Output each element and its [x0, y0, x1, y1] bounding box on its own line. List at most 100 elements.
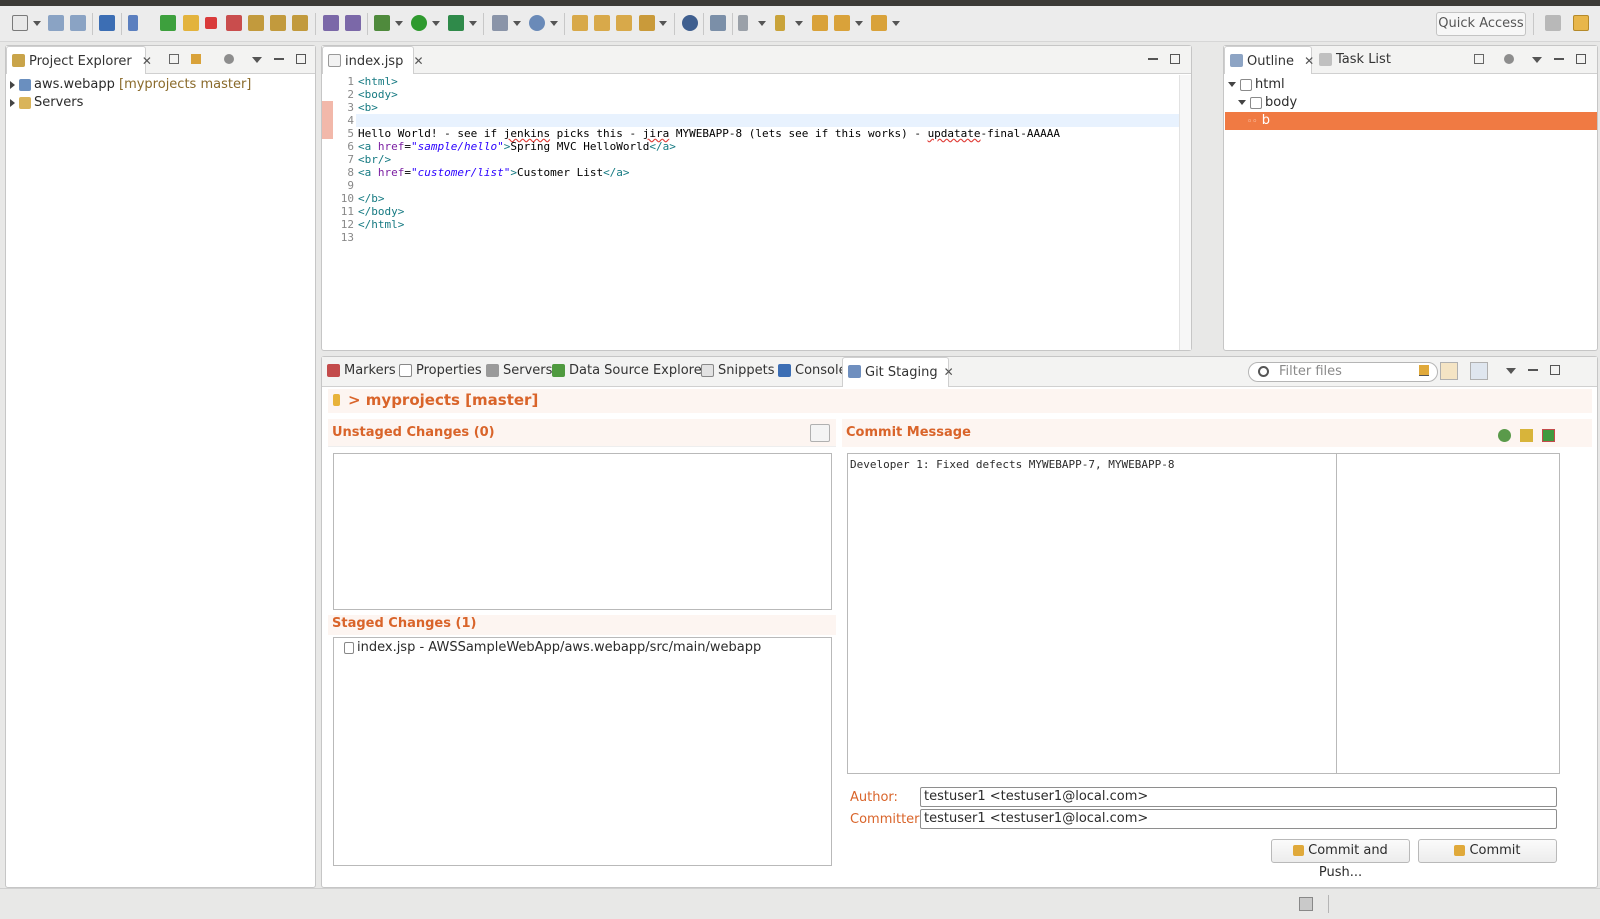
code-line-6[interactable]: <a href="sample/hello">Spring MVC HelloW…	[358, 140, 676, 153]
open-type-icon[interactable]	[323, 15, 339, 31]
run-dropdown-icon[interactable]	[432, 21, 440, 26]
coverage-icon[interactable]	[448, 15, 464, 31]
outline-node-html[interactable]: html	[1228, 76, 1285, 94]
new-web-icon[interactable]	[529, 15, 545, 31]
tab-task-list[interactable]: Task List	[1314, 46, 1404, 74]
tab-git-staging[interactable]: Git Staging ✕	[842, 357, 954, 387]
maximize-icon[interactable]	[296, 54, 306, 64]
close-icon[interactable]: ✕	[142, 54, 152, 68]
focus-icon[interactable]	[224, 54, 234, 64]
save-icon[interactable]	[48, 15, 64, 31]
pen-dropdown-icon[interactable]	[659, 21, 667, 26]
new-dropdown-icon[interactable]	[33, 21, 41, 26]
tab-outline[interactable]: Outline ✕	[1224, 46, 1314, 74]
resume-icon[interactable]	[160, 15, 176, 31]
commit-button[interactable]: Commit	[1418, 839, 1557, 863]
commit-message-editor[interactable]: Developer 1: Fixed defects MYWEBAPP-7, M…	[847, 453, 1560, 774]
tab-project-explorer[interactable]: Project Explorer ✕	[6, 46, 152, 74]
add-change-id-icon[interactable]	[1542, 429, 1555, 442]
debug-dropdown-icon[interactable]	[395, 21, 403, 26]
view-menu-icon[interactable]	[1506, 368, 1516, 374]
pen-icon[interactable]	[639, 15, 655, 31]
close-icon[interactable]: ✕	[1304, 54, 1314, 68]
collapse-icon[interactable]	[1228, 82, 1236, 87]
focus-icon[interactable]	[1504, 54, 1514, 64]
tree-item-servers[interactable]: Servers	[10, 94, 83, 112]
debug-icon[interactable]	[374, 15, 390, 31]
new-server-dropdown-icon[interactable]	[513, 21, 521, 26]
open-resource-icon[interactable]	[616, 15, 632, 31]
step-return-icon[interactable]	[292, 15, 308, 31]
list-view-icon[interactable]	[810, 424, 830, 442]
minimize-icon[interactable]	[1554, 54, 1564, 60]
presentation-icon[interactable]	[1470, 362, 1488, 380]
back-dropdown-icon[interactable]	[855, 21, 863, 26]
close-icon[interactable]: ✕	[413, 54, 423, 68]
minimize-icon[interactable]	[1148, 54, 1158, 60]
minimize-icon[interactable]	[1528, 365, 1538, 371]
tab-properties[interactable]: Properties	[394, 357, 482, 385]
tab-console[interactable]: Console	[773, 357, 847, 385]
overview-ruler[interactable]	[1179, 75, 1191, 350]
outline-node-body[interactable]: body	[1238, 94, 1297, 112]
disconnect-icon[interactable]	[226, 15, 242, 31]
author-field[interactable]: testuser1 <testuser1@local.com>	[920, 787, 1557, 807]
open-task-icon[interactable]	[345, 15, 361, 31]
skip-breakpoints-icon[interactable]	[128, 15, 138, 31]
maximize-icon[interactable]	[1170, 54, 1180, 64]
coverage-dropdown-icon[interactable]	[469, 21, 477, 26]
collapse-all-icon[interactable]	[169, 54, 179, 64]
code-line[interactable]: <html>	[358, 75, 398, 88]
filter-files-field[interactable]: Filter files	[1248, 362, 1438, 382]
terminate-icon[interactable]	[205, 17, 217, 29]
tab-markers[interactable]: Markers	[322, 357, 396, 385]
next-annotation-icon[interactable]	[738, 15, 748, 31]
staged-list[interactable]: index.jsp - AWSSampleWebApp/aws.webapp/s…	[333, 637, 832, 866]
new-icon[interactable]	[12, 15, 28, 31]
tree-item-aws-webapp[interactable]: aws.webapp [myprojects master]	[10, 76, 251, 94]
background-tasks-icon[interactable]	[1299, 897, 1313, 911]
terminal-icon[interactable]	[99, 15, 115, 31]
code-line[interactable]: </b>	[358, 192, 385, 205]
refresh-icon[interactable]	[1419, 365, 1429, 375]
commit-and-push-button[interactable]: Commit and Push...	[1271, 839, 1410, 880]
committer-field[interactable]: testuser1 <testuser1@local.com>	[920, 809, 1557, 829]
code-line[interactable]: </body>	[358, 205, 404, 218]
sync-icon[interactable]	[710, 15, 726, 31]
tab-index-jsp[interactable]: index.jsp ✕	[322, 46, 424, 74]
forward-dropdown-icon[interactable]	[892, 21, 900, 26]
open-folder-icon[interactable]	[572, 15, 588, 31]
tab-servers[interactable]: Servers	[481, 357, 552, 385]
code-line[interactable]: <body>	[358, 88, 398, 101]
tab-snippets[interactable]: Snippets	[696, 357, 774, 385]
code-line[interactable]: <b>	[358, 101, 378, 114]
prev-annotation-icon[interactable]	[775, 15, 785, 31]
link-selection-icon[interactable]	[1440, 362, 1458, 380]
maximize-icon[interactable]	[1576, 54, 1586, 64]
next-annotation-dropdown-icon[interactable]	[758, 21, 766, 26]
collapse-all-icon[interactable]	[1474, 54, 1484, 64]
quick-access-field[interactable]: Quick Access	[1436, 12, 1526, 36]
view-menu-icon[interactable]	[1532, 57, 1542, 63]
java-ee-perspective-icon[interactable]	[1573, 15, 1589, 31]
view-menu-icon[interactable]	[252, 57, 262, 63]
staged-file-row[interactable]: index.jsp - AWSSampleWebApp/aws.webapp/s…	[344, 639, 761, 657]
expand-icon[interactable]	[10, 98, 15, 107]
amend-icon[interactable]	[1520, 429, 1533, 442]
back-icon[interactable]	[834, 15, 850, 31]
code-line-5[interactable]: Hello World! - see if jenkins picks this…	[358, 127, 1060, 140]
open-project-icon[interactable]	[594, 15, 610, 31]
code-line[interactable]: <br/>	[358, 153, 391, 166]
step-over-icon[interactable]	[270, 15, 286, 31]
code-line-8[interactable]: <a href="customer/list">Customer List</a…	[358, 166, 630, 179]
collapse-icon[interactable]	[1238, 100, 1246, 105]
last-edit-icon[interactable]	[812, 15, 828, 31]
tab-data-source-explorer[interactable]: Data Source Explorer	[547, 357, 707, 385]
new-server-icon[interactable]	[492, 15, 508, 31]
new-web-dropdown-icon[interactable]	[550, 21, 558, 26]
close-icon[interactable]: ✕	[944, 365, 954, 379]
save-all-icon[interactable]	[70, 15, 86, 31]
add-signoff-icon[interactable]	[1498, 429, 1511, 442]
globe-icon[interactable]	[682, 15, 698, 31]
forward-icon[interactable]	[871, 15, 887, 31]
